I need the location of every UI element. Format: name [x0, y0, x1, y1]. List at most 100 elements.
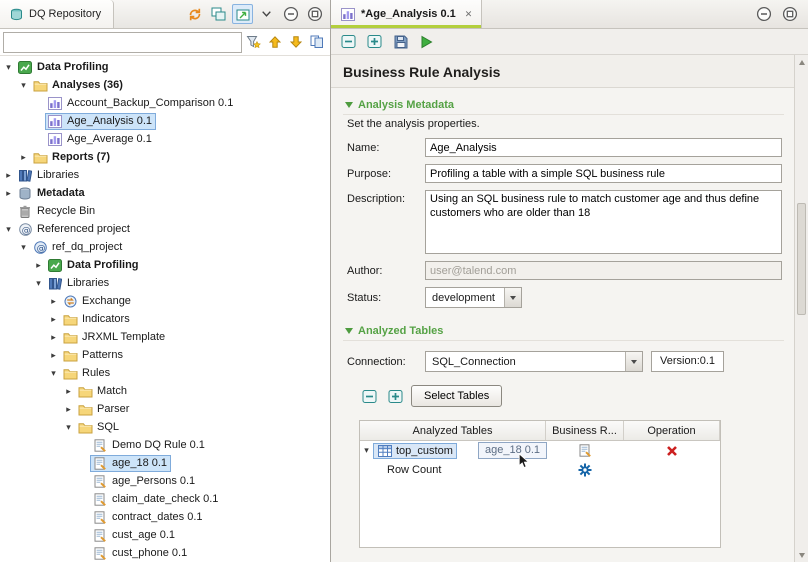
- tree-item-referenced-project[interactable]: ▾@Referenced project: [0, 220, 330, 238]
- tree-item-reports-7[interactable]: ▸Reports (7): [0, 148, 330, 166]
- tree-item-cust-phone-0-1[interactable]: cust_phone 0.1: [0, 544, 330, 562]
- status-dropdown[interactable]: development: [425, 287, 522, 308]
- filter-icon[interactable]: [244, 32, 264, 52]
- tree-item-jrxml-template[interactable]: ▸JRXML Template: [0, 328, 330, 346]
- editor-scrollbar[interactable]: [794, 55, 808, 562]
- expand-twistie[interactable]: ▸: [17, 152, 30, 163]
- connection-dropdown[interactable]: SQL_Connection: [425, 351, 643, 372]
- expand-tables-icon[interactable]: [385, 386, 406, 406]
- analysis-metadata-section-header[interactable]: Analysis Metadata: [343, 96, 784, 115]
- collapse-twistie[interactable]: ▾: [360, 445, 373, 456]
- tree-item-indicators[interactable]: ▸Indicators: [0, 310, 330, 328]
- delete-icon[interactable]: [664, 444, 680, 458]
- name-field[interactable]: [425, 138, 782, 157]
- expand-twistie[interactable]: ▸: [47, 296, 60, 307]
- tree-item-metadata[interactable]: ▸Metadata: [0, 184, 330, 202]
- expand-twistie[interactable]: ▸: [2, 188, 15, 199]
- collapse-twistie[interactable]: ▾: [17, 80, 30, 91]
- tree-item-parser[interactable]: ▸ Parser: [0, 400, 330, 418]
- tab-dq-repository[interactable]: DQ Repository: [0, 0, 114, 28]
- scroll-down-icon[interactable]: [795, 549, 808, 561]
- gear-icon[interactable]: [577, 463, 593, 477]
- collapse-tables-icon[interactable]: [359, 386, 380, 406]
- tree-item-account-backup-comparison-0-1[interactable]: Account_Backup_Comparison 0.1: [0, 94, 330, 112]
- analyzed-tables-section-header[interactable]: Analyzed Tables: [343, 322, 784, 341]
- close-editor-icon[interactable]: ✕: [465, 9, 473, 20]
- tree-item-age-persons-0-1[interactable]: age_Persons 0.1: [0, 472, 330, 490]
- tree-item-rules[interactable]: ▾Rules: [0, 364, 330, 382]
- link-with-editor-icon[interactable]: [232, 4, 253, 24]
- collapse-all-icon[interactable]: [208, 4, 229, 24]
- tree-item-label: Exchange: [82, 295, 131, 307]
- tree-item-match[interactable]: ▸Match: [0, 382, 330, 400]
- view-menu-icon[interactable]: [256, 4, 277, 24]
- indicator-name: Row Count: [360, 464, 441, 476]
- maximize-editor-icon[interactable]: [779, 4, 800, 24]
- collapse-twistie[interactable]: ▾: [2, 62, 15, 73]
- scroll-up-icon[interactable]: [795, 56, 808, 68]
- trash-icon: [17, 204, 33, 218]
- column-header-business-rule[interactable]: Business R...: [546, 421, 624, 440]
- collapse-twistie[interactable]: ▾: [47, 368, 60, 379]
- tree-item-label: SQL: [97, 421, 119, 433]
- expand-twistie[interactable]: ▸: [47, 314, 60, 325]
- scrollbar-thumb[interactable]: [797, 203, 806, 315]
- tree-item-recycle-bin[interactable]: Recycle Bin: [0, 202, 330, 220]
- expand-twistie[interactable]: ▸: [2, 170, 15, 181]
- expand-twistie[interactable]: ▸: [62, 386, 75, 397]
- tree-item-data-profiling[interactable]: ▸Data Profiling: [0, 256, 330, 274]
- purpose-field[interactable]: [425, 164, 782, 183]
- expand-twistie[interactable]: ▸: [47, 350, 60, 361]
- tree-item-data-profiling[interactable]: ▾Data Profiling: [0, 58, 330, 76]
- move-down-icon[interactable]: [286, 32, 306, 52]
- tree-item-label: Referenced project: [37, 223, 130, 235]
- selected-table-item[interactable]: top_custom: [373, 443, 457, 459]
- expand-sections-icon[interactable]: [364, 32, 385, 52]
- tree-item-age-analysis-0-1[interactable]: Age_Analysis 0.1: [0, 112, 330, 130]
- tree-item-box: Recycle Bin: [15, 203, 99, 220]
- column-header-operation[interactable]: Operation: [624, 421, 720, 440]
- save-icon[interactable]: [390, 32, 411, 52]
- maximize-view-icon[interactable]: [304, 4, 325, 24]
- tab-age-analysis-editor[interactable]: *Age_Analysis 0.1 ✕: [331, 0, 482, 28]
- tree-item-sql[interactable]: ▾ SQL: [0, 418, 330, 436]
- tree-item-box: Libraries: [15, 167, 83, 184]
- tree-item-age-18-0-1[interactable]: age_18 0.1: [0, 454, 330, 472]
- tree-item-analyses-36[interactable]: ▾Analyses (36): [0, 76, 330, 94]
- tree-item-label: Parser: [97, 403, 129, 415]
- expand-twistie[interactable]: ▸: [62, 404, 75, 415]
- repository-filter-input[interactable]: [3, 32, 242, 53]
- expand-twistie[interactable]: ▸: [47, 332, 60, 343]
- switch-view-icon[interactable]: [307, 32, 327, 52]
- collapse-sections-icon[interactable]: [338, 32, 359, 52]
- tree-item-label: Libraries: [37, 169, 79, 181]
- tree-item-age-average-0-1[interactable]: Age_Average 0.1: [0, 130, 330, 148]
- tree-item-cust-age-0-1[interactable]: cust_age 0.1: [0, 526, 330, 544]
- move-up-icon[interactable]: [265, 32, 285, 52]
- chevron-down-icon[interactable]: [504, 288, 521, 307]
- collapse-twistie[interactable]: ▾: [17, 242, 30, 253]
- tree-item-claim-date-check-0-1[interactable]: claim_date_check 0.1: [0, 490, 330, 508]
- drag-ghost: age_18 0.1: [478, 442, 547, 459]
- status-value: development: [426, 292, 501, 304]
- run-icon[interactable]: [416, 32, 437, 52]
- tree-item-libraries[interactable]: ▸ Libraries: [0, 166, 330, 184]
- tree-item-libraries[interactable]: ▾Libraries: [0, 274, 330, 292]
- expand-twistie[interactable]: ▸: [32, 260, 45, 271]
- refresh-icon[interactable]: [184, 4, 205, 24]
- minimize-editor-icon[interactable]: [753, 4, 774, 24]
- description-field[interactable]: Using an SQL business rule to match cust…: [425, 190, 782, 254]
- collapse-twistie[interactable]: ▾: [62, 422, 75, 433]
- tree-item-exchange[interactable]: ▸ Exchange: [0, 292, 330, 310]
- tree-item-contract-dates-0-1[interactable]: contract_dates 0.1: [0, 508, 330, 526]
- chevron-down-icon[interactable]: [625, 352, 642, 371]
- column-header-analyzed-tables[interactable]: Analyzed Tables: [360, 421, 546, 440]
- tree-item-ref-dq-project[interactable]: ▾@ref_dq_project: [0, 238, 330, 256]
- collapse-twistie[interactable]: ▾: [32, 278, 45, 289]
- tree-item-patterns[interactable]: ▸Patterns: [0, 346, 330, 364]
- minimize-view-icon[interactable]: [280, 4, 301, 24]
- collapse-twistie[interactable]: ▾: [2, 224, 15, 235]
- tree-item-demo-dq-rule-0-1[interactable]: Demo DQ Rule 0.1: [0, 436, 330, 454]
- table-row[interactable]: Row Count: [360, 460, 720, 479]
- select-tables-button[interactable]: Select Tables: [411, 385, 502, 407]
